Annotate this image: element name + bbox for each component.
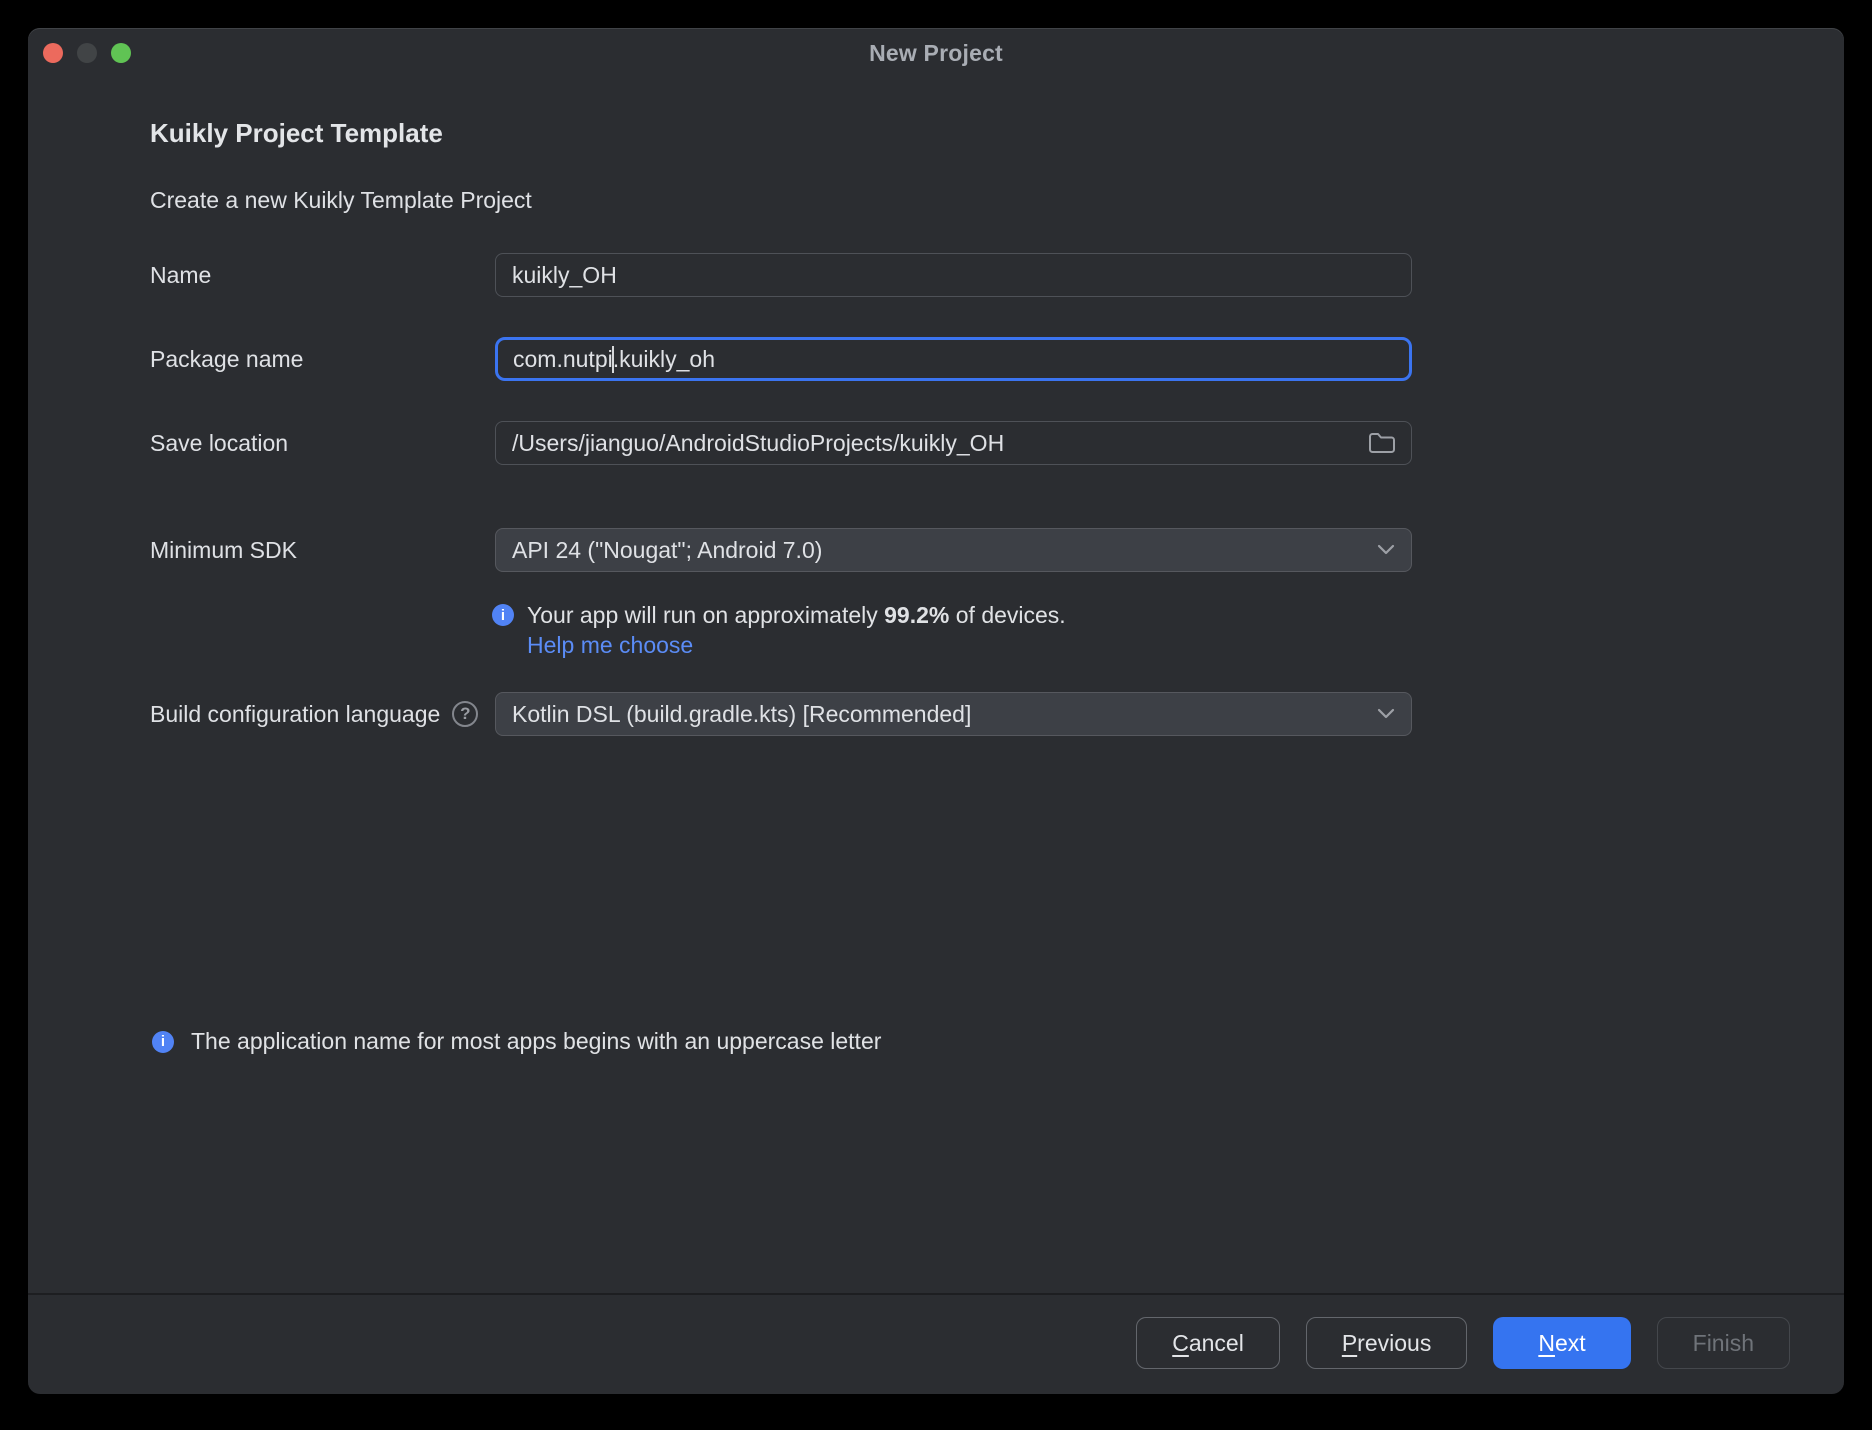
chevron-down-icon [1375,707,1397,721]
package-value-before-caret: com.nutpi [513,345,613,372]
save-location-value: /Users/jianguo/AndroidStudioProjects/kui… [512,429,1005,456]
finish-button[interactable]: Finish [1656,1317,1790,1369]
next-button[interactable]: Next [1493,1317,1631,1369]
validation-hint: i The application name for most apps beg… [152,1028,881,1055]
titlebar: New Project [28,28,1844,78]
device-coverage-percent: 99.2% [884,602,950,628]
close-button[interactable] [43,43,63,63]
build-config-select[interactable]: Kotlin DSL (build.gradle.kts) [Recommend… [495,692,1412,736]
folder-icon [1367,430,1397,456]
chevron-down-icon [1375,543,1397,557]
package-value-after-caret: .kuikly_oh [612,345,715,372]
new-project-dialog: New Project Kuikly Project Template Crea… [28,28,1844,1394]
footer-divider [28,1293,1844,1295]
minimum-sdk-label: Minimum SDK [150,536,297,563]
zoom-button[interactable] [111,43,131,63]
build-config-label: Build configuration language ? [150,692,479,736]
page-subtitle: Create a new Kuikly Template Project [150,187,532,213]
name-value: kuikly_OH [512,261,617,288]
footer-buttons: Cancel Previous Next Finish [1136,1317,1790,1369]
package-name-label: Package name [150,345,304,372]
save-location-input[interactable]: /Users/jianguo/AndroidStudioProjects/kui… [495,421,1412,465]
info-icon: i [492,604,514,626]
sdk-coverage-info: i Your app will run on approximately 99.… [492,602,1066,629]
sdk-coverage-text: Your app will run on approximately 99.2%… [527,602,1066,628]
info-icon: i [152,1030,174,1053]
window-title: New Project [869,39,1003,66]
minimum-sdk-select[interactable]: API 24 ("Nougat"; Android 7.0) [495,528,1412,572]
traffic-lights [43,43,131,63]
minimize-button[interactable] [77,43,97,63]
name-input[interactable]: kuikly_OH [495,253,1412,297]
name-label: Name [150,261,212,288]
minimum-sdk-value: API 24 ("Nougat"; Android 7.0) [512,536,823,563]
validation-hint-text: The application name for most apps begin… [191,1028,882,1054]
help-me-choose-link[interactable]: Help me choose [527,632,693,659]
help-question-icon[interactable]: ? [452,701,479,727]
cancel-button[interactable]: Cancel [1136,1317,1280,1369]
browse-folder-button[interactable] [1367,430,1397,456]
build-config-value: Kotlin DSL (build.gradle.kts) [Recommend… [512,700,972,727]
page-title: Kuikly Project Template [150,118,443,148]
package-name-input[interactable]: com.nutpi .kuikly_oh [495,337,1412,381]
save-location-label: Save location [150,429,289,456]
previous-button[interactable]: Previous [1305,1317,1468,1369]
